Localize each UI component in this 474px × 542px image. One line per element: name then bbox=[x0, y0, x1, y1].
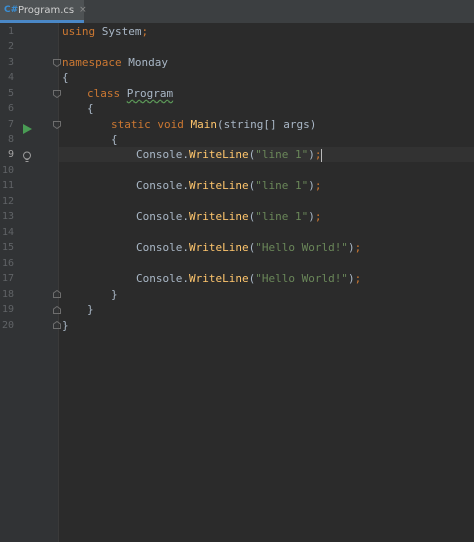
line-number: 12 bbox=[1, 196, 14, 207]
object-ref: Console. bbox=[136, 272, 189, 285]
ide-window: C# Program.cs × 1 2 3 4 5 6 7 8 9 10 11 … bbox=[0, 0, 474, 542]
fold-marker-icon[interactable] bbox=[53, 90, 61, 98]
lightbulb-icon[interactable] bbox=[22, 148, 32, 162]
object-ref: Console. bbox=[136, 210, 189, 223]
code-line-3[interactable]: namespace Monday bbox=[62, 55, 168, 70]
text-caret bbox=[321, 148, 323, 162]
brace: { bbox=[111, 133, 118, 146]
line-number: 14 bbox=[1, 227, 14, 238]
code-line-17[interactable]: Console.WriteLine("Hello World!"); bbox=[136, 271, 361, 286]
keyword: void bbox=[157, 118, 184, 131]
string-literal: "line 1" bbox=[255, 179, 309, 192]
brace: } bbox=[111, 288, 118, 301]
code-line-5[interactable]: class Program bbox=[87, 86, 173, 101]
tab-label: Program.cs bbox=[18, 4, 75, 16]
line-number: 18 bbox=[1, 289, 14, 300]
line-number: 13 bbox=[1, 211, 14, 222]
keyword: using bbox=[62, 25, 96, 38]
code-line-9[interactable]: Console.WriteLine("line 1"); bbox=[136, 147, 323, 162]
code-line-11[interactable]: Console.WriteLine("line 1"); bbox=[136, 178, 321, 193]
line-number: 20 bbox=[1, 320, 14, 331]
fold-marker-icon[interactable] bbox=[53, 121, 61, 129]
fold-marker-icon[interactable] bbox=[53, 290, 61, 298]
code-line-4[interactable]: { bbox=[62, 70, 69, 85]
method-name: Main bbox=[190, 118, 218, 131]
keyword: static bbox=[111, 118, 151, 131]
code-line-13[interactable]: Console.WriteLine("line 1"); bbox=[136, 209, 321, 224]
code-line-8[interactable]: { bbox=[111, 132, 118, 147]
code-line-1[interactable]: using System; bbox=[62, 24, 148, 39]
method-params: (string[] args) bbox=[217, 118, 317, 131]
method-call: WriteLine bbox=[188, 272, 249, 285]
namespace-name: Monday bbox=[121, 56, 168, 69]
object-ref: Console. bbox=[136, 241, 189, 254]
fold-marker-icon[interactable] bbox=[53, 59, 61, 67]
line-number: 4 bbox=[7, 72, 14, 83]
fold-marker-icon[interactable] bbox=[53, 306, 61, 314]
keyword: namespace bbox=[62, 56, 122, 69]
method-call: WriteLine bbox=[188, 148, 249, 161]
fold-marker-icon[interactable] bbox=[53, 321, 61, 329]
namespace-name: System bbox=[95, 25, 142, 38]
string-literal: "Hello World!" bbox=[255, 272, 348, 285]
code-line-15[interactable]: Console.WriteLine("Hello World!"); bbox=[136, 240, 361, 255]
line-number: 19 bbox=[1, 304, 14, 315]
string-literal: "line 1" bbox=[255, 148, 309, 161]
code-line-18[interactable]: } bbox=[111, 287, 118, 302]
method-call: WriteLine bbox=[188, 210, 249, 223]
code-line-19[interactable]: } bbox=[87, 302, 94, 317]
line-number: 17 bbox=[1, 273, 14, 284]
line-number: 11 bbox=[1, 180, 14, 191]
tab-program-cs[interactable]: C# Program.cs × bbox=[0, 0, 87, 23]
brace: } bbox=[87, 303, 94, 316]
brace: { bbox=[62, 71, 69, 84]
method-call: WriteLine bbox=[188, 241, 249, 254]
line-number: 1 bbox=[7, 26, 14, 37]
line-number: 2 bbox=[7, 41, 14, 52]
line-number: 8 bbox=[7, 134, 14, 145]
line-number: 5 bbox=[7, 88, 14, 99]
line-number: 9 bbox=[7, 149, 14, 160]
semicolon: ; bbox=[141, 25, 149, 38]
method-call: WriteLine bbox=[188, 179, 249, 192]
brace: } bbox=[62, 319, 69, 332]
string-literal: "line 1" bbox=[255, 210, 309, 223]
run-icon[interactable] bbox=[23, 119, 32, 134]
csharp-file-icon: C# bbox=[4, 5, 19, 15]
line-number: 10 bbox=[1, 165, 14, 176]
code-line-20[interactable]: } bbox=[62, 318, 69, 333]
class-name: Program bbox=[126, 87, 174, 100]
code-line-7[interactable]: static void Main(string[] args) bbox=[111, 117, 316, 132]
line-number: 15 bbox=[1, 242, 14, 253]
line-number: 6 bbox=[7, 103, 14, 114]
code-line-6[interactable]: { bbox=[87, 101, 94, 116]
object-ref: Console. bbox=[136, 148, 189, 161]
object-ref: Console. bbox=[136, 179, 189, 192]
line-number: 7 bbox=[7, 119, 14, 130]
close-icon[interactable]: × bbox=[79, 5, 87, 15]
brace: { bbox=[87, 102, 94, 115]
line-number: 16 bbox=[1, 258, 14, 269]
string-literal: "Hello World!" bbox=[255, 241, 348, 254]
editor-tab-bar: C# Program.cs × bbox=[0, 0, 474, 24]
line-number: 3 bbox=[7, 57, 14, 68]
keyword: class bbox=[87, 87, 121, 100]
